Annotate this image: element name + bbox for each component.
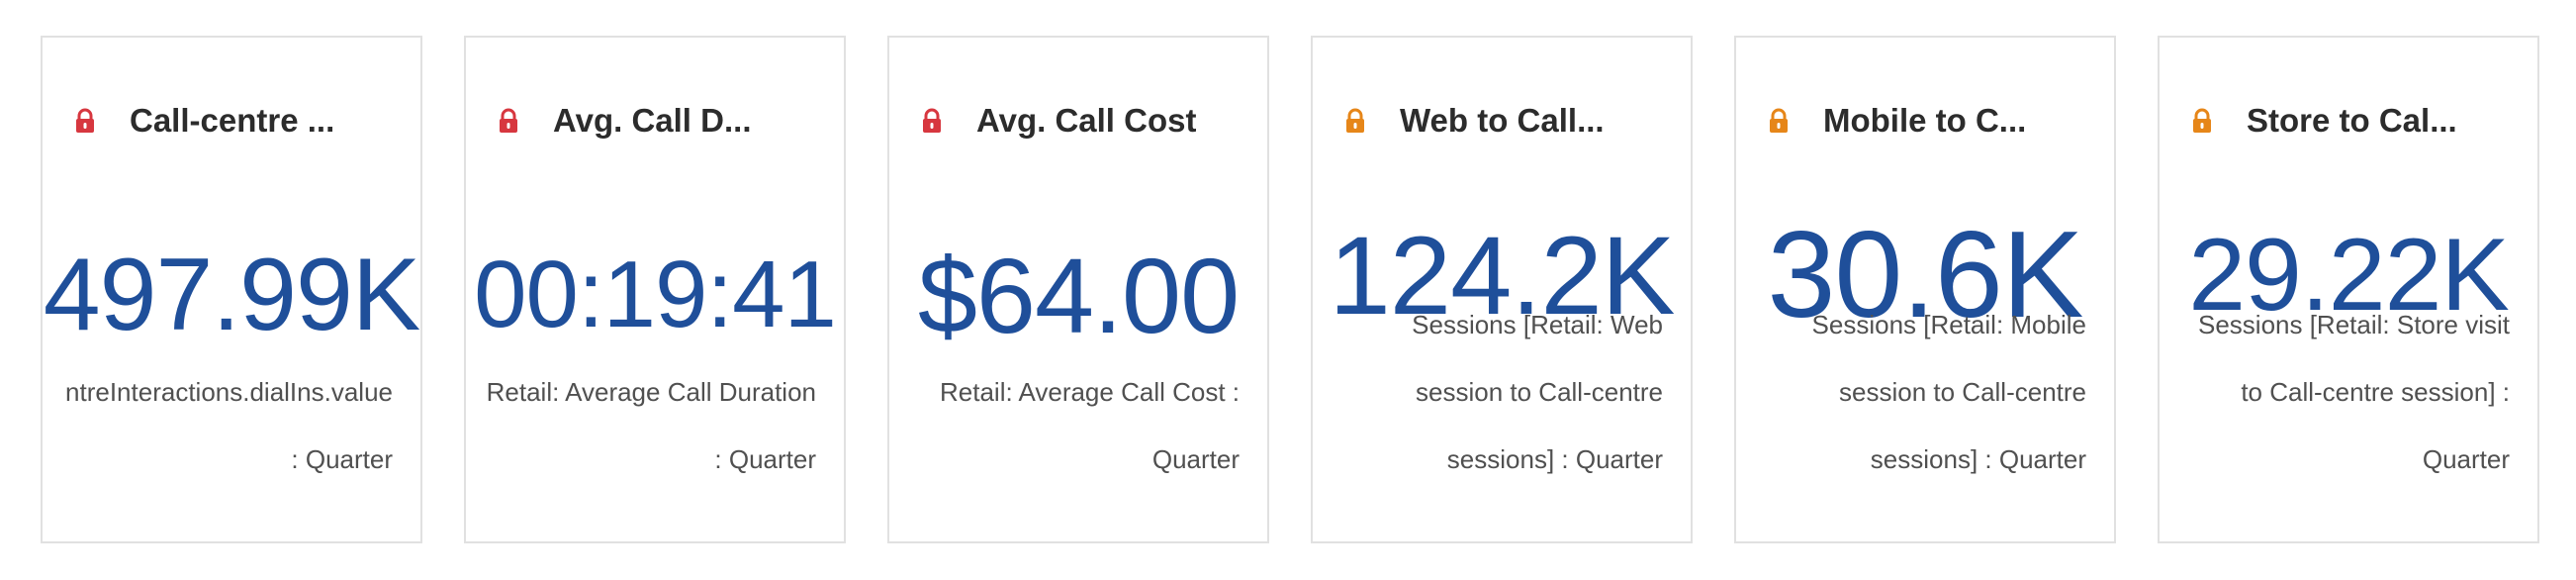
description-line: session to Call-centre	[1839, 377, 2086, 407]
description-line: : Quarter	[291, 444, 393, 474]
lock-icon	[1346, 108, 1364, 133]
description-line: Quarter	[2422, 444, 2510, 474]
card-header: Web to Call...	[1342, 99, 1671, 143]
card-title: Mobile to C...	[1823, 102, 2027, 139]
metric-description: ntreInteractions.dialIns.value : Quarter	[46, 341, 393, 510]
metric-card-web-to-call[interactable]: Web to Call... 124.2K Sessions [Retail: …	[1311, 36, 1693, 543]
card-title: Call-centre ...	[130, 102, 335, 139]
metric-card-avg-call-duration[interactable]: Avg. Call D... 00:19:41 Retail: Average …	[464, 36, 846, 543]
lock-icon	[2193, 108, 2211, 133]
description-line: Quarter	[1151, 444, 1240, 474]
metric-card-store-to-call[interactable]: Store to Cal... 29.22K Sessions [Retail:…	[2158, 36, 2539, 543]
card-title: Store to Cal...	[2247, 102, 2457, 139]
description-line: Sessions [Retail: Store visit	[2197, 310, 2510, 339]
metric-description: Sessions [Retail: Mobile session to Call…	[1750, 274, 2086, 510]
description-line: session to Call-centre	[1416, 377, 1663, 407]
metric-description: Retail: Average Call Duration : Quarter	[480, 341, 816, 510]
description-line: : Quarter	[714, 444, 816, 474]
lock-icon	[923, 108, 941, 133]
card-header: Mobile to C...	[1766, 99, 2094, 143]
card-header: Call-centre ...	[72, 99, 401, 143]
description-line: Retail: Average Call Duration	[486, 377, 816, 407]
description-line: Retail: Average Call Cost :	[940, 377, 1240, 407]
metric-cards-row: Call-centre ... 497.99K ntreInteractions…	[0, 0, 2576, 580]
metric-card-call-centre[interactable]: Call-centre ... 497.99K ntreInteractions…	[41, 36, 422, 543]
description-line: Sessions [Retail: Web	[1412, 310, 1663, 339]
lock-icon	[500, 108, 517, 133]
description-line: sessions] : Quarter	[1870, 444, 2086, 474]
metric-description: Sessions [Retail: Store visit to Call-ce…	[2173, 274, 2510, 510]
metric-description: Sessions [Retail: Web session to Call-ce…	[1327, 274, 1663, 510]
lock-icon	[1770, 108, 1788, 133]
card-header: Store to Cal...	[2189, 99, 2518, 143]
description-line: ntreInteractions.dialIns.value	[65, 377, 393, 407]
description-line: sessions] : Quarter	[1446, 444, 1663, 474]
description-line: to Call-centre session] :	[2241, 377, 2510, 407]
description-line: Sessions [Retail: Mobile	[1811, 310, 2086, 339]
card-header: Avg. Call Cost	[919, 99, 1247, 143]
card-header: Avg. Call D...	[496, 99, 824, 143]
lock-icon	[76, 108, 94, 133]
card-title: Web to Call...	[1400, 102, 1605, 139]
metric-card-avg-call-cost[interactable]: Avg. Call Cost $64.00 Retail: Average Ca…	[887, 36, 1269, 543]
metric-description: Retail: Average Call Cost : Quarter	[903, 341, 1240, 510]
card-title: Avg. Call D...	[553, 102, 752, 139]
card-title: Avg. Call Cost	[976, 102, 1197, 139]
metric-card-mobile-to-call[interactable]: Mobile to C... 30.6K Sessions [Retail: M…	[1734, 36, 2116, 543]
